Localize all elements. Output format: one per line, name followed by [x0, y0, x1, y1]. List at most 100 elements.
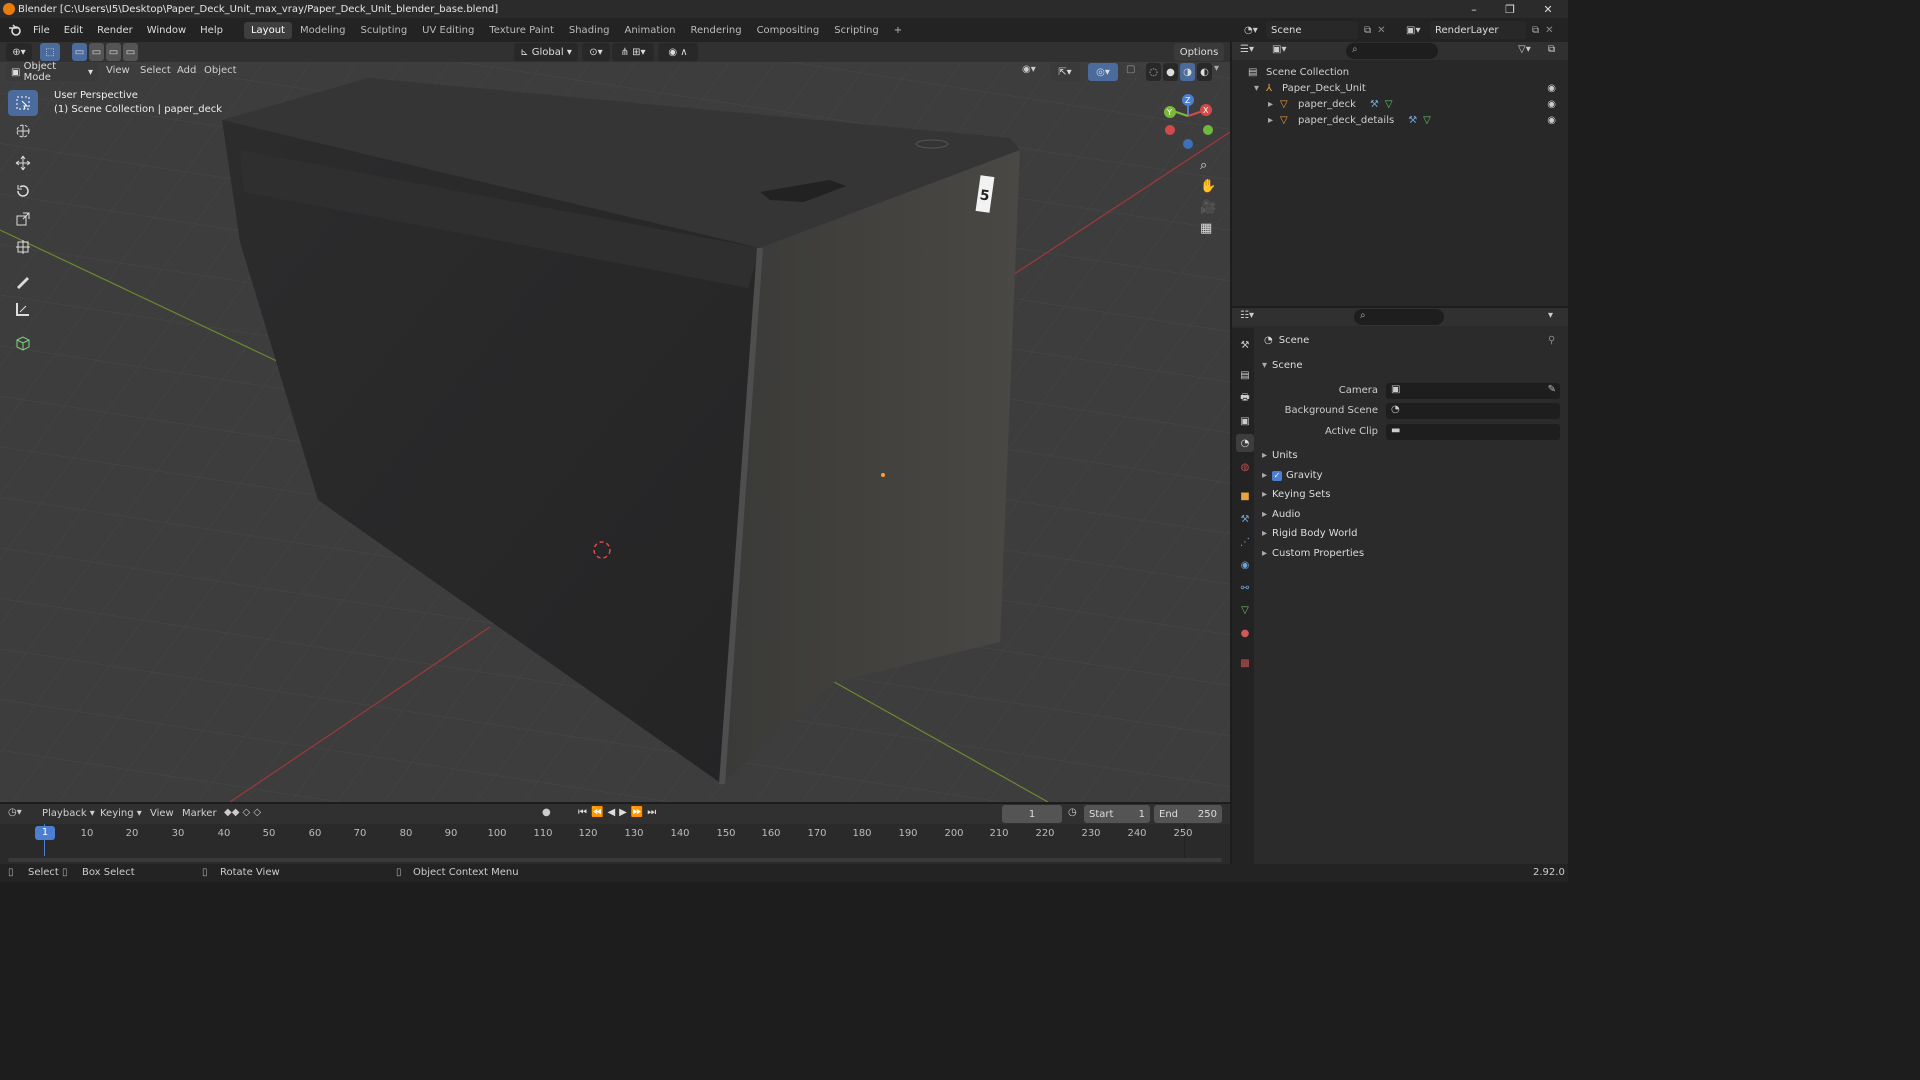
new-view-layer-icon[interactable]: ⧉: [1532, 25, 1539, 36]
tab-uv-editing[interactable]: UV Editing: [415, 22, 481, 39]
keying-sets-panel-header[interactable]: ▸ Keying Sets: [1262, 489, 1330, 500]
scene-selector[interactable]: ◔▾ Scene ⧉ ✕: [1244, 21, 1404, 39]
menu-help[interactable]: Help: [193, 25, 230, 36]
menu-view[interactable]: View: [106, 65, 130, 76]
move-tool-icon[interactable]: [8, 150, 38, 176]
visibility-icon[interactable]: ◉▾: [1022, 64, 1036, 75]
gravity-panel-header[interactable]: ▸ ✓ Gravity: [1262, 470, 1323, 481]
3d-viewport[interactable]: 5 ⊕▾ ⬚ ▭ ▭ ▭ ▭ ⊾ Global ▾ ⊙▾ ⋔ ⊞▾ ◉ ∧ Op…: [0, 42, 1230, 802]
menu-keying[interactable]: Keying ▾: [100, 808, 142, 819]
expand-arrow-icon[interactable]: ▸: [1268, 99, 1280, 110]
tab-scripting[interactable]: Scripting: [827, 22, 885, 39]
overlays-icon[interactable]: ◎▾: [1088, 63, 1118, 81]
material-tab-icon[interactable]: ●: [1236, 624, 1254, 642]
tab-animation[interactable]: Animation: [618, 22, 683, 39]
outliner-item-paper-deck-details[interactable]: ▸ ▽ paper_deck_details ⚒ ▽ ◉: [1268, 112, 1568, 128]
rotate-tool-icon[interactable]: [8, 178, 38, 204]
menu-render[interactable]: Render: [90, 25, 140, 36]
outliner-editor-type-icon[interactable]: ☰▾: [1240, 44, 1254, 55]
snap-icon[interactable]: ⋔ ⊞▾: [612, 43, 654, 61]
solid-shading-icon[interactable]: ●: [1163, 63, 1178, 81]
view-layer-selector[interactable]: ▣▾ RenderLayer ⧉ ✕: [1406, 21, 1568, 39]
delete-view-layer-icon[interactable]: ✕: [1545, 25, 1553, 36]
scene-panel-header[interactable]: ▾ Scene: [1262, 360, 1303, 371]
visibility-eye-icon[interactable]: ◉: [1547, 115, 1556, 126]
mesh-data-icon[interactable]: ▽: [1385, 99, 1393, 110]
visibility-eye-icon[interactable]: ◉: [1547, 99, 1556, 110]
tool-tab-icon[interactable]: ⚒: [1236, 336, 1254, 354]
tab-compositing[interactable]: Compositing: [750, 22, 827, 39]
gizmo-neg-z-icon[interactable]: [1183, 139, 1193, 149]
shading-options-icon[interactable]: ▾: [1214, 63, 1219, 81]
camera-field[interactable]: ▣ ✎: [1386, 383, 1560, 399]
display-mode-icon[interactable]: ▣▾: [1272, 44, 1286, 55]
menu-object[interactable]: Object: [204, 65, 237, 76]
gizmo-neg-x-icon[interactable]: [1165, 125, 1175, 135]
select-box-tool-icon[interactable]: [8, 90, 38, 116]
scale-tool-icon[interactable]: [8, 206, 38, 232]
record-icon[interactable]: ●: [542, 807, 551, 818]
object-tab-icon[interactable]: ■: [1236, 487, 1254, 505]
filter-icon[interactable]: ▽▾: [1518, 44, 1531, 55]
particles-tab-icon[interactable]: ⋰: [1236, 533, 1254, 551]
menu-marker[interactable]: Marker: [182, 808, 217, 819]
rendered-shading-icon[interactable]: ◐: [1197, 63, 1212, 81]
render-tab-icon[interactable]: ▤: [1236, 366, 1254, 384]
tool-select-box-icon[interactable]: ⬚: [40, 43, 60, 61]
proportional-edit-icon[interactable]: ◉ ∧: [658, 43, 698, 61]
modifier-wrench-icon[interactable]: ⚒: [1370, 99, 1379, 110]
menu-window[interactable]: Window: [140, 25, 193, 36]
modifiers-tab-icon[interactable]: ⚒: [1236, 510, 1254, 528]
visibility-eye-icon[interactable]: ◉: [1547, 83, 1556, 94]
gizmo-neg-y-icon[interactable]: [1203, 125, 1213, 135]
outliner-scene-collection[interactable]: ▤ Scene Collection: [1248, 64, 1578, 80]
add-workspace-button[interactable]: +: [887, 22, 909, 39]
menu-file[interactable]: File: [26, 25, 57, 36]
texture-tab-icon[interactable]: ▩: [1236, 654, 1254, 672]
measure-tool-icon[interactable]: [8, 296, 38, 322]
subtract-mode-icon[interactable]: ▭: [106, 43, 121, 61]
outliner-item-paper-deck-unit[interactable]: ▾ ⅄ Paper_Deck_Unit ◉: [1254, 80, 1568, 96]
annotate-tool-icon[interactable]: [8, 268, 38, 294]
background-scene-field[interactable]: ◔: [1386, 403, 1560, 419]
scene-tab-icon[interactable]: ◔: [1236, 434, 1254, 452]
rigid-body-world-panel-header[interactable]: ▸ Rigid Body World: [1262, 528, 1357, 539]
wireframe-shading-icon[interactable]: ◌: [1146, 63, 1161, 81]
preview-range-icon[interactable]: ◷: [1068, 807, 1077, 818]
playback-controls[interactable]: ⏮⏪◀▶⏩⏭: [578, 807, 660, 818]
navigation-gizmo[interactable]: Z X Y: [1160, 92, 1220, 152]
constraints-tab-icon[interactable]: ⚯: [1236, 579, 1254, 597]
tab-rendering[interactable]: Rendering: [683, 22, 748, 39]
current-frame-field[interactable]: 1: [1002, 805, 1062, 823]
tab-sculpting[interactable]: Sculpting: [353, 22, 414, 39]
tab-texture-paint[interactable]: Texture Paint: [482, 22, 561, 39]
add-cube-tool-icon[interactable]: [8, 330, 38, 356]
close-button[interactable]: ✕: [1530, 0, 1566, 18]
menu-view[interactable]: View: [150, 808, 174, 819]
active-clip-field[interactable]: ▬: [1386, 424, 1560, 440]
properties-editor-type-icon[interactable]: ☷▾: [1240, 310, 1254, 321]
view-layer-tab-icon[interactable]: ▣: [1236, 412, 1254, 430]
mesh-data-icon[interactable]: ▽: [1423, 115, 1431, 126]
custom-properties-panel-header[interactable]: ▸ Custom Properties: [1262, 548, 1364, 559]
data-tab-icon[interactable]: ▽: [1236, 601, 1254, 619]
world-tab-icon[interactable]: ◍: [1236, 458, 1254, 476]
keyframe-icons[interactable]: ◆◆ ◇ ◇: [224, 807, 261, 818]
set-mode-icon[interactable]: ▭: [72, 43, 87, 61]
new-collection-icon[interactable]: ⧉: [1548, 44, 1555, 55]
outliner-search-input[interactable]: ⌕: [1346, 43, 1438, 59]
options-dropdown[interactable]: Options: [1174, 43, 1224, 61]
extend-mode-icon[interactable]: ▭: [89, 43, 104, 61]
collapse-arrow-icon[interactable]: ▾: [1254, 83, 1266, 94]
transform-orientation-dropdown[interactable]: ⊾ Global ▾: [514, 43, 578, 61]
menu-select[interactable]: Select: [140, 65, 171, 76]
tab-layout[interactable]: Layout: [243, 21, 292, 39]
outliner-item-paper-deck[interactable]: ▸ ▽ paper_deck ⚒ ▽ ◉: [1268, 96, 1568, 112]
editor-type-icon[interactable]: ⊕▾: [6, 43, 32, 61]
modifier-wrench-icon[interactable]: ⚒: [1408, 115, 1417, 126]
timeline-scrollbar[interactable]: [8, 858, 1222, 862]
delete-scene-icon[interactable]: ✕: [1377, 25, 1385, 36]
menu-playback[interactable]: Playback ▾: [42, 808, 95, 819]
pivot-point-icon[interactable]: ⊙▾: [582, 43, 610, 61]
maximize-button[interactable]: ❐: [1492, 0, 1528, 18]
